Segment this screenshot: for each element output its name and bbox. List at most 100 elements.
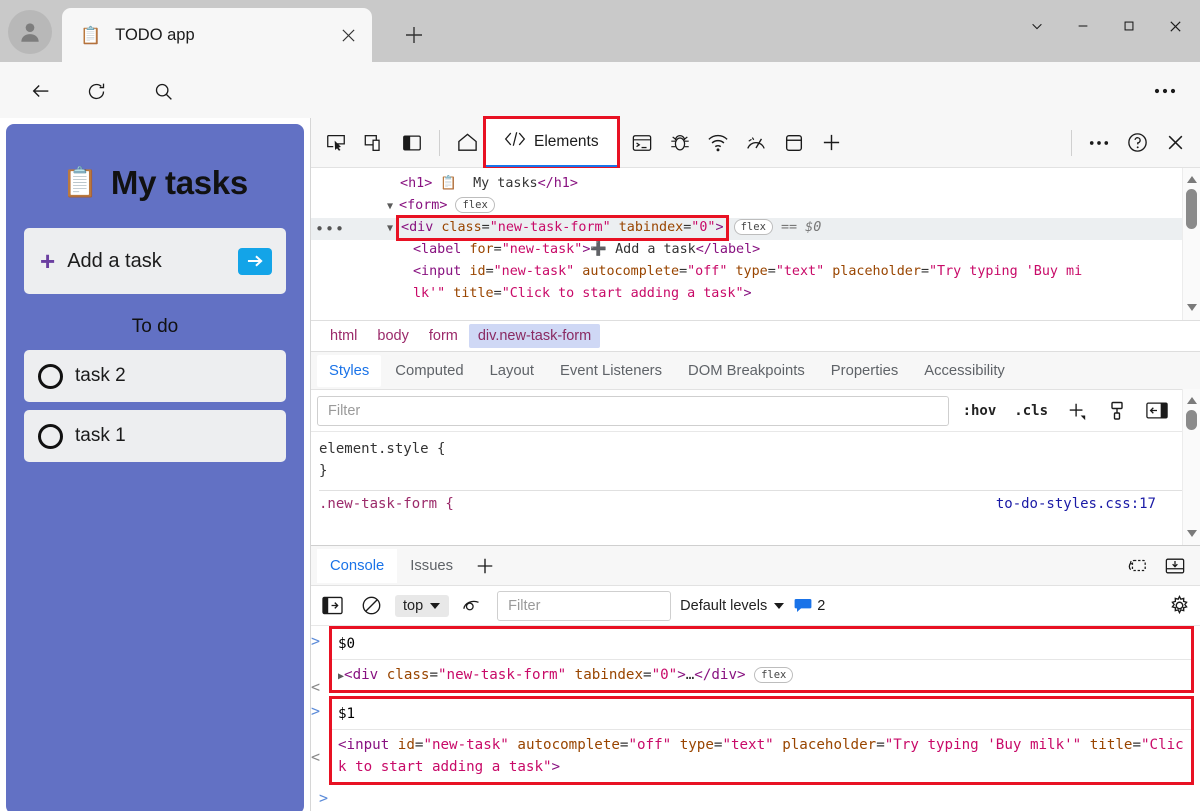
performance-gauge-icon[interactable] bbox=[737, 124, 775, 162]
task-item[interactable]: task 1 bbox=[24, 410, 286, 462]
dom-scrollbar[interactable] bbox=[1182, 168, 1200, 320]
dom-node-line[interactable]: <input id="new-task" autocomplete="off" … bbox=[311, 262, 1182, 284]
new-task-form[interactable]: + Add a task bbox=[24, 228, 286, 294]
flex-badge[interactable]: flex bbox=[455, 197, 494, 213]
dom-node-line[interactable]: ▼ <form> flex bbox=[311, 196, 1182, 218]
log-levels-selector[interactable]: Default levels bbox=[680, 598, 785, 614]
tab-elements[interactable]: Elements bbox=[486, 119, 617, 167]
console-input-prompt[interactable]: > bbox=[311, 785, 1200, 811]
console-input-line[interactable]: $1 bbox=[332, 699, 1191, 730]
minimize-icon[interactable] bbox=[1060, 8, 1106, 44]
styles-pane: element.style { } .new-task-form { to-do… bbox=[311, 432, 1200, 545]
styles-pane-tabs[interactable]: StylesComputedLayoutEvent ListenersDOM B… bbox=[311, 352, 1200, 390]
clear-console-icon[interactable] bbox=[356, 592, 386, 620]
browser-window: 📋 TODO app bbox=[0, 0, 1200, 811]
breadcrumb[interactable]: htmlbodyformdiv.new-task-form bbox=[311, 320, 1200, 352]
task-checkbox[interactable] bbox=[38, 424, 63, 449]
message-count[interactable]: 2 bbox=[794, 598, 825, 614]
inspect-element-icon[interactable] bbox=[317, 124, 355, 162]
network-icon[interactable] bbox=[699, 124, 737, 162]
debugger-icon[interactable] bbox=[661, 124, 699, 162]
scroll-thumb[interactable] bbox=[1186, 189, 1197, 229]
console-sidebar-icon[interactable] bbox=[317, 592, 347, 620]
style-rule-selector[interactable]: element.style { bbox=[319, 438, 1182, 460]
restore-drawer-icon[interactable] bbox=[1118, 547, 1156, 585]
dom-node-line[interactable]: <label for="new-task">➕ Add a task</labe… bbox=[311, 240, 1182, 262]
breadcrumb-item[interactable]: form bbox=[420, 324, 467, 348]
breadcrumb-item[interactable]: body bbox=[368, 324, 417, 348]
tab-issues[interactable]: Issues bbox=[397, 549, 466, 583]
dom-tree[interactable]: <h1> 📋 My tasks</h1>▼ <form> flex•••▼ <d… bbox=[311, 168, 1182, 320]
execution-context-selector[interactable]: top bbox=[395, 595, 449, 617]
hover-state-button[interactable]: :hov bbox=[959, 401, 1001, 421]
dock-bottom-icon[interactable] bbox=[1156, 547, 1194, 585]
device-emulation-icon[interactable] bbox=[355, 124, 393, 162]
close-window-icon[interactable] bbox=[1152, 8, 1198, 44]
chevron-down-icon bbox=[429, 602, 441, 610]
console-input-line[interactable]: $0 bbox=[332, 629, 1191, 660]
submit-task-button[interactable] bbox=[238, 248, 272, 275]
styles-tab-computed[interactable]: Computed bbox=[383, 355, 475, 387]
profile-avatar[interactable] bbox=[8, 10, 52, 54]
dom-node-line[interactable]: •••▼ <div class="new-task-form" tabindex… bbox=[311, 218, 1182, 240]
chevron-down-icon[interactable] bbox=[1014, 8, 1060, 44]
styles-body-scrollbar[interactable] bbox=[1182, 432, 1200, 545]
console-result-line[interactable]: <input id="new-task" autocomplete="off" … bbox=[332, 730, 1191, 782]
flex-badge[interactable]: flex bbox=[754, 667, 793, 683]
styles-tab-styles[interactable]: Styles bbox=[317, 355, 381, 387]
styles-tab-layout[interactable]: Layout bbox=[478, 355, 546, 387]
dom-node-line[interactable]: <h1> 📋 My tasks</h1> bbox=[311, 174, 1182, 196]
add-panel-icon[interactable] bbox=[813, 124, 851, 162]
gear-icon[interactable] bbox=[1164, 592, 1194, 620]
tab-console[interactable]: Console bbox=[317, 549, 397, 583]
more-tools-icon[interactable] bbox=[1080, 124, 1118, 162]
live-expression-icon[interactable] bbox=[458, 592, 488, 620]
close-devtools-icon[interactable] bbox=[1156, 124, 1194, 162]
close-icon[interactable] bbox=[334, 21, 362, 49]
scroll-up-arrow-icon[interactable] bbox=[1186, 171, 1198, 189]
new-tab-button[interactable] bbox=[398, 19, 430, 51]
console-icon[interactable] bbox=[623, 124, 661, 162]
style-rule-source[interactable]: to-do-styles.css:17 bbox=[996, 493, 1156, 515]
styles-filter-input[interactable]: Filter bbox=[317, 396, 949, 426]
task-item[interactable]: task 2 bbox=[24, 350, 286, 402]
console-prompt-icon: > bbox=[311, 632, 327, 650]
breadcrumb-item[interactable]: div.new-task-form bbox=[469, 324, 600, 348]
console-prompt-icon: > bbox=[319, 789, 335, 807]
task-checkbox[interactable] bbox=[38, 364, 63, 389]
dock-panel-icon[interactable] bbox=[393, 124, 431, 162]
back-icon[interactable] bbox=[24, 74, 58, 108]
refresh-icon[interactable] bbox=[79, 74, 113, 108]
settings-more-icon[interactable] bbox=[1148, 74, 1182, 108]
scroll-thumb[interactable] bbox=[1186, 410, 1197, 430]
expand-arrow-icon[interactable]: ▼ bbox=[387, 201, 399, 212]
scroll-down-arrow-icon[interactable] bbox=[1186, 299, 1198, 317]
breadcrumb-item[interactable]: html bbox=[321, 324, 366, 348]
expand-arrow-icon[interactable]: ▼ bbox=[387, 223, 399, 234]
toggle-sidebar-icon[interactable] bbox=[1142, 397, 1172, 425]
scroll-down-arrow-icon[interactable] bbox=[1186, 526, 1198, 542]
console-result-line[interactable]: ▶<div class="new-task-form" tabindex="0"… bbox=[332, 660, 1191, 690]
node-menu-icon[interactable]: ••• bbox=[315, 218, 345, 240]
styles-tab-properties[interactable]: Properties bbox=[819, 355, 910, 387]
browser-tab[interactable]: 📋 TODO app bbox=[62, 8, 372, 62]
styles-tab-accessibility[interactable]: Accessibility bbox=[912, 355, 1017, 387]
home-icon[interactable] bbox=[448, 124, 486, 162]
styles-tab-event-listeners[interactable]: Event Listeners bbox=[548, 355, 674, 387]
add-drawer-tab-icon[interactable] bbox=[466, 547, 504, 585]
search-icon[interactable] bbox=[146, 74, 180, 108]
new-style-rule-icon[interactable] bbox=[1062, 397, 1092, 425]
maximize-icon[interactable] bbox=[1106, 8, 1152, 44]
console-filter-input[interactable]: Filter bbox=[497, 591, 671, 621]
styles-scrollbar[interactable] bbox=[1182, 389, 1200, 433]
styles-tab-dom-breakpoints[interactable]: DOM Breakpoints bbox=[676, 355, 817, 387]
console-output[interactable]: ><$0▶<div class="new-task-form" tabindex… bbox=[311, 626, 1200, 811]
style-rule-selector[interactable]: .new-task-form { bbox=[319, 493, 454, 515]
help-question-icon[interactable] bbox=[1118, 124, 1156, 162]
scroll-up-arrow-icon[interactable] bbox=[1186, 392, 1198, 410]
flex-badge[interactable]: flex bbox=[734, 219, 773, 235]
dom-node-line[interactable]: lk'" title="Click to start adding a task… bbox=[311, 284, 1182, 306]
class-toggle-button[interactable]: .cls bbox=[1010, 401, 1052, 421]
element-state-icon[interactable] bbox=[1102, 397, 1132, 425]
application-icon[interactable] bbox=[775, 124, 813, 162]
